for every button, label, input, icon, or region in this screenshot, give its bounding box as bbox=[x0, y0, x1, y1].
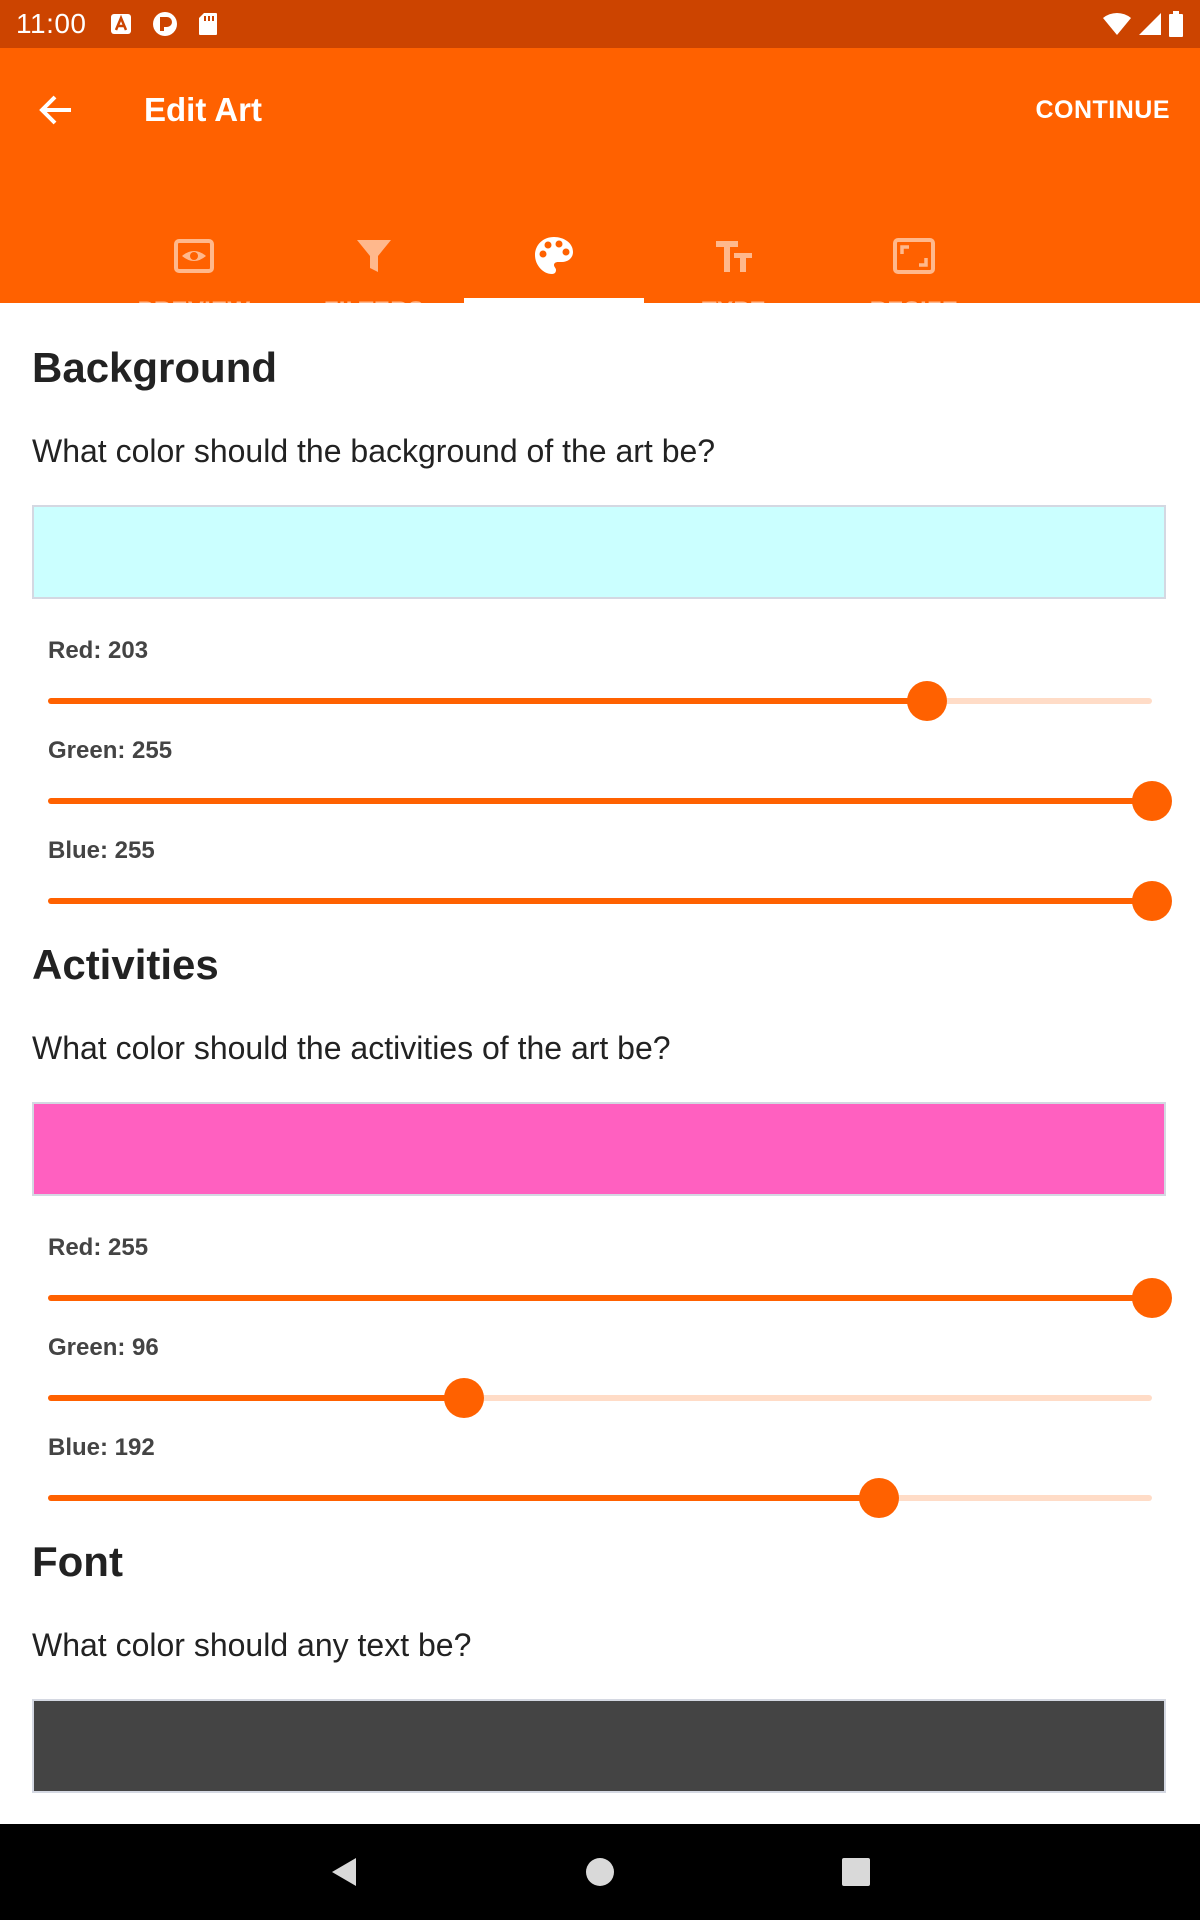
continue-button[interactable]: CONTINUE bbox=[1035, 86, 1170, 134]
slider-thumb[interactable] bbox=[1132, 781, 1172, 821]
activities-blue-label: Blue: 192 bbox=[48, 1434, 155, 1461]
font-color-swatch bbox=[32, 1699, 1166, 1793]
sd-card-icon bbox=[199, 13, 217, 35]
nav-home-button[interactable] bbox=[576, 1848, 624, 1896]
background-question: What color should the background of the … bbox=[32, 433, 716, 469]
notification-icons bbox=[110, 10, 218, 38]
background-red-label: Red: 203 bbox=[48, 637, 149, 664]
slider-thumb[interactable] bbox=[1132, 1278, 1172, 1318]
tab-label: PREVIEW bbox=[137, 297, 251, 324]
wifi-icon bbox=[1103, 12, 1131, 36]
funnel-filter-icon bbox=[357, 240, 391, 272]
background-red-slider[interactable] bbox=[48, 681, 1152, 721]
status-time: 11:00 bbox=[16, 8, 87, 39]
page-title: Edit Art bbox=[144, 91, 262, 128]
activities-green-label: Green: 96 bbox=[48, 1334, 159, 1361]
background-blue-label: Blue: 255 bbox=[48, 837, 155, 864]
activities-section-title: Activities bbox=[32, 941, 219, 988]
slider-fill bbox=[48, 1395, 464, 1401]
slider-fill bbox=[48, 1495, 879, 1501]
activities-red-slider[interactable] bbox=[48, 1278, 1172, 1318]
status-bar: 11:00 bbox=[0, 0, 1200, 48]
tab-type[interactable]: TYPE bbox=[644, 178, 824, 324]
recents-square-icon bbox=[842, 1858, 870, 1886]
slider-fill bbox=[48, 1295, 1152, 1301]
tab-label: RESIZE bbox=[869, 297, 959, 324]
resize-frame-icon bbox=[893, 238, 935, 274]
slider-thumb[interactable] bbox=[859, 1478, 899, 1518]
signal-icon bbox=[1139, 13, 1161, 35]
pocket-icon bbox=[153, 12, 177, 36]
tab-label: TYPE bbox=[702, 297, 766, 324]
back-button[interactable] bbox=[24, 78, 88, 142]
background-green-label: Green: 255 bbox=[48, 737, 173, 764]
slider-thumb[interactable] bbox=[907, 681, 947, 721]
app-bar: Edit Art CONTINUE PREVIEW FILTERS STYLE … bbox=[0, 48, 1200, 324]
tab-resize[interactable]: RESIZE bbox=[824, 178, 1004, 324]
back-triangle-icon bbox=[332, 1858, 356, 1886]
background-section-title: Background bbox=[32, 344, 278, 391]
tab-label: FILTERS bbox=[323, 297, 425, 324]
font-question: What color should any text be? bbox=[32, 1627, 472, 1663]
slider-thumb[interactable] bbox=[444, 1378, 484, 1418]
nav-recents-button[interactable] bbox=[832, 1848, 880, 1896]
slider-fill bbox=[48, 898, 1152, 904]
text-type-icon bbox=[716, 241, 752, 272]
activities-color-swatch bbox=[32, 1102, 1166, 1196]
activities-blue-slider[interactable] bbox=[48, 1478, 1152, 1518]
battery-icon bbox=[1169, 11, 1183, 37]
background-green-slider[interactable] bbox=[48, 781, 1172, 821]
slider-thumb[interactable] bbox=[1132, 881, 1172, 921]
tab-filters[interactable]: FILTERS bbox=[284, 178, 464, 324]
active-tab-indicator bbox=[464, 298, 644, 303]
palette-icon bbox=[535, 237, 573, 274]
nav-back-button[interactable] bbox=[320, 1848, 368, 1896]
activities-question: What color should the activities of the … bbox=[32, 1030, 671, 1066]
background-color-swatch bbox=[32, 505, 1166, 599]
slider-fill bbox=[48, 698, 927, 704]
tab-preview[interactable]: PREVIEW bbox=[104, 178, 284, 324]
font-section-title: Font bbox=[32, 1538, 123, 1585]
tab-bar: PREVIEW FILTERS STYLE TYPE RESIZE bbox=[104, 178, 1004, 324]
system-nav-bar bbox=[0, 1824, 1200, 1920]
activities-red-label: Red: 255 bbox=[48, 1234, 149, 1261]
eye-preview-icon bbox=[174, 239, 214, 273]
arrow-back-icon bbox=[39, 95, 71, 125]
tab-style[interactable]: STYLE bbox=[464, 178, 644, 324]
background-blue-slider[interactable] bbox=[48, 881, 1172, 921]
home-circle-icon bbox=[586, 1858, 614, 1886]
system-icons bbox=[1102, 10, 1184, 38]
activities-green-slider[interactable] bbox=[48, 1378, 1152, 1418]
font-a-icon bbox=[111, 14, 131, 34]
slider-fill bbox=[48, 798, 1152, 804]
